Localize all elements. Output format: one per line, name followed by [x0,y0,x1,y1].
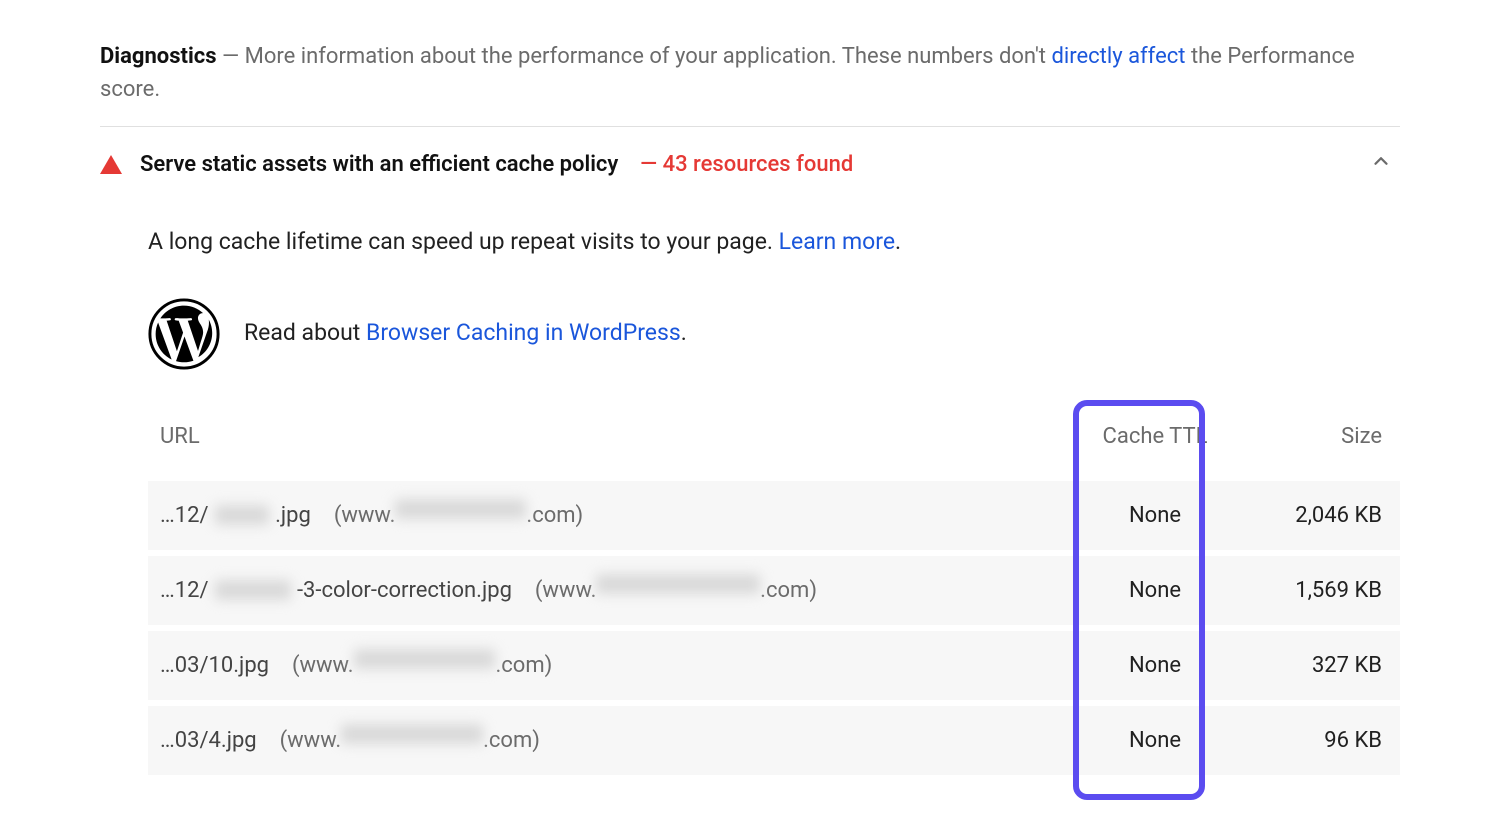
domain-blur: xxxxxxxxxxxx [395,499,526,519]
cell-url: …03/4.jpg (www.xxxxxxxxxxxxx.com) [160,724,1082,757]
col-header-url: URL [160,420,1082,453]
table-header-row: URL Cache TTL Size [148,410,1400,481]
cell-url: …12/xxxxxxx -3-color-correction.jpg (www.… [160,574,1082,607]
wp-caching-link[interactable]: Browser Caching in WordPress [366,319,681,346]
diagnostics-desc-before: More information about the performance o… [245,44,1052,69]
audit-description: A long cache lifetime can speed up repea… [148,225,1400,260]
table-row: …03/4.jpg (www.xxxxxxxxxxxxx.com) None 9… [148,706,1400,775]
url-mid: .jpg [275,499,311,532]
audit-title: Serve static assets with an efficient ca… [140,152,618,177]
cell-size: 1,569 KB [1228,574,1388,607]
cell-size: 96 KB [1228,724,1388,757]
domain-suffix: .com) [526,503,583,528]
url-mid: -3-color-correction.jpg [297,574,512,607]
chevron-up-icon [1370,145,1400,184]
url-prefix: …03/4.jpg [160,724,257,757]
url-prefix: …12/ [160,499,209,532]
url-prefix: …03/10.jpg [160,649,269,682]
diagnostics-header: Diagnostics — More information about the… [100,40,1400,127]
table-row: …03/10.jpg (www.xxxxxxxxxxxxx.com) None … [148,631,1400,700]
col-header-ttl: Cache TTL [1090,420,1220,453]
diagnostics-title: Diagnostics [100,44,217,69]
cell-ttl: None [1090,499,1220,532]
domain-suffix: .com) [483,728,540,753]
audit-desc-after: . [895,228,901,255]
url-blur: xxxxx [215,505,270,525]
domain-blur: xxxxxxxxxxxxx [354,649,496,669]
cell-url: …12/xxxxx.jpg (www.xxxxxxxxxxxx.com) [160,499,1082,532]
audit-body: A long cache lifetime can speed up repea… [100,199,1400,775]
cell-size: 2,046 KB [1228,499,1388,532]
diagnostics-sep: — [222,44,245,69]
cell-size: 327 KB [1228,649,1388,682]
domain-blur: xxxxxxxxxxxxxxx [596,574,760,594]
wordpress-callout: Read about Browser Caching in WordPress. [148,298,1400,370]
audit-desc-before: A long cache lifetime can speed up repea… [148,228,779,255]
wp-text-before: Read about [244,319,366,346]
col-header-size: Size [1228,420,1388,453]
domain-suffix: .com) [760,578,817,603]
domain-prefix: (www. [292,653,354,678]
table-row: …12/xxxxx.jpg (www.xxxxxxxxxxxx.com) Non… [148,481,1400,550]
wp-text-after: . [681,319,687,346]
cell-ttl: None [1090,649,1220,682]
table-row: …12/xxxxxxx -3-color-correction.jpg (www.… [148,556,1400,625]
audit-toggle-row[interactable]: Serve static assets with an efficient ca… [100,127,1400,199]
directly-affect-link[interactable]: directly affect [1051,44,1185,69]
domain-prefix: (www. [334,503,396,528]
cell-ttl: None [1090,574,1220,607]
resources-table: URL Cache TTL Size …12/xxxxx.jpg (www.xx… [148,410,1400,775]
url-blur: xxxxxxx [215,580,291,600]
learn-more-link[interactable]: Learn more [779,228,895,255]
wordpress-logo-icon [148,298,220,370]
domain-prefix: (www. [280,728,342,753]
cell-url: …03/10.jpg (www.xxxxxxxxxxxxx.com) [160,649,1082,682]
fail-triangle-icon [100,155,122,174]
domain-prefix: (www. [535,578,597,603]
domain-suffix: .com) [495,653,552,678]
url-prefix: …12/ [160,574,209,607]
domain-blur: xxxxxxxxxxxxx [341,724,483,744]
cell-ttl: None [1090,724,1220,757]
audit-count-prefix: — [640,152,662,177]
audit-count-text: 43 resources found [663,152,854,177]
